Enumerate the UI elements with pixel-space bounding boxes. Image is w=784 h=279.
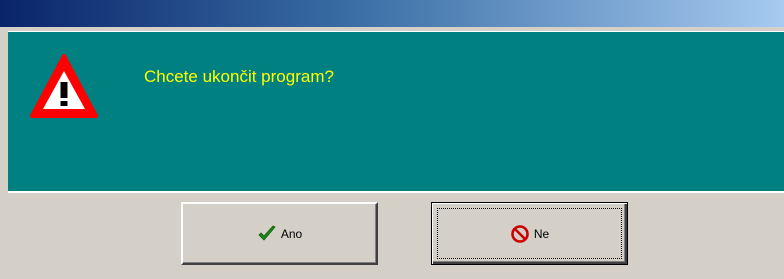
yes-button[interactable]: Ano [181,202,378,265]
message-panel: Chcete ukončit program? [8,30,784,193]
dialog-message: Chcete ukončit program? [144,67,334,86]
warning-triangle-icon [30,54,98,118]
title-bar[interactable] [0,0,784,27]
no-button[interactable]: Ne [431,202,628,265]
no-entry-icon [511,224,529,243]
yes-button-label: Ano [280,226,303,241]
button-bar: Ano Ne [0,193,784,279]
confirm-exit-dialog: Chcete ukončit program? Ano Ne [0,0,784,279]
no-button-label: Ne [533,226,550,241]
checkmark-icon [258,225,276,241]
